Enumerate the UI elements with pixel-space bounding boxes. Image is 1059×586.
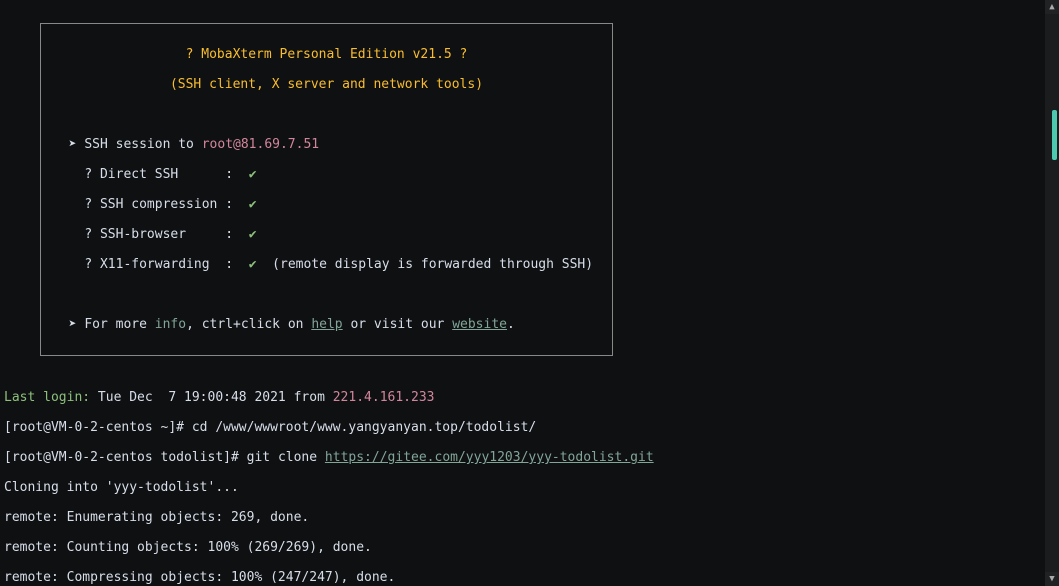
out3: remote: Counting objects: 100% (269/269)…: [4, 540, 1055, 555]
scroll-thumb[interactable]: [1052, 110, 1057, 160]
last-login-line: Last login: Tue Dec 7 19:00:48 2021 from…: [4, 390, 1055, 405]
banner-ssh-browser: ? SSH-browser : ✔: [53, 227, 600, 242]
cmd-cd: [root@VM-0-2-centos ~]# cd /www/wwwroot/…: [4, 420, 1055, 435]
banner-more-info: ➤ For more info, ctrl+click on help or v…: [53, 317, 600, 332]
out1: Cloning into 'yyy-todolist'...: [4, 480, 1055, 495]
banner-ssh-compression: ? SSH compression : ✔: [53, 197, 600, 212]
out4: remote: Compressing objects: 100% (247/2…: [4, 570, 1055, 585]
banner-box: ? MobaXterm Personal Edition v21.5 ? (SS…: [40, 23, 613, 356]
terminal-output[interactable]: ? MobaXterm Personal Edition v21.5 ? (SS…: [0, 0, 1059, 586]
banner-title: ? MobaXterm Personal Edition v21.5 ?: [53, 47, 600, 62]
banner-ssh-target: ➤ SSH session to root@81.69.7.51: [53, 137, 600, 152]
website-link[interactable]: website: [452, 317, 507, 332]
banner-subtitle: (SSH client, X server and network tools): [53, 77, 600, 92]
cmd-git-clone-1: [root@VM-0-2-centos todolist]# git clone…: [4, 450, 1055, 465]
scrollbar[interactable]: ▲ ▼: [1045, 0, 1059, 586]
banner-direct-ssh: ? Direct SSH : ✔: [53, 167, 600, 182]
info-link[interactable]: info: [155, 317, 186, 332]
repo-url-1[interactable]: https://gitee.com/yyy1203/yyy-todolist.g…: [325, 450, 654, 465]
banner-x11: ? X11-forwarding : ✔ (remote display is …: [53, 257, 600, 272]
scroll-down-icon[interactable]: ▼: [1045, 572, 1059, 586]
out2: remote: Enumerating objects: 269, done.: [4, 510, 1055, 525]
scroll-up-icon[interactable]: ▲: [1045, 0, 1059, 14]
help-link[interactable]: help: [311, 317, 342, 332]
